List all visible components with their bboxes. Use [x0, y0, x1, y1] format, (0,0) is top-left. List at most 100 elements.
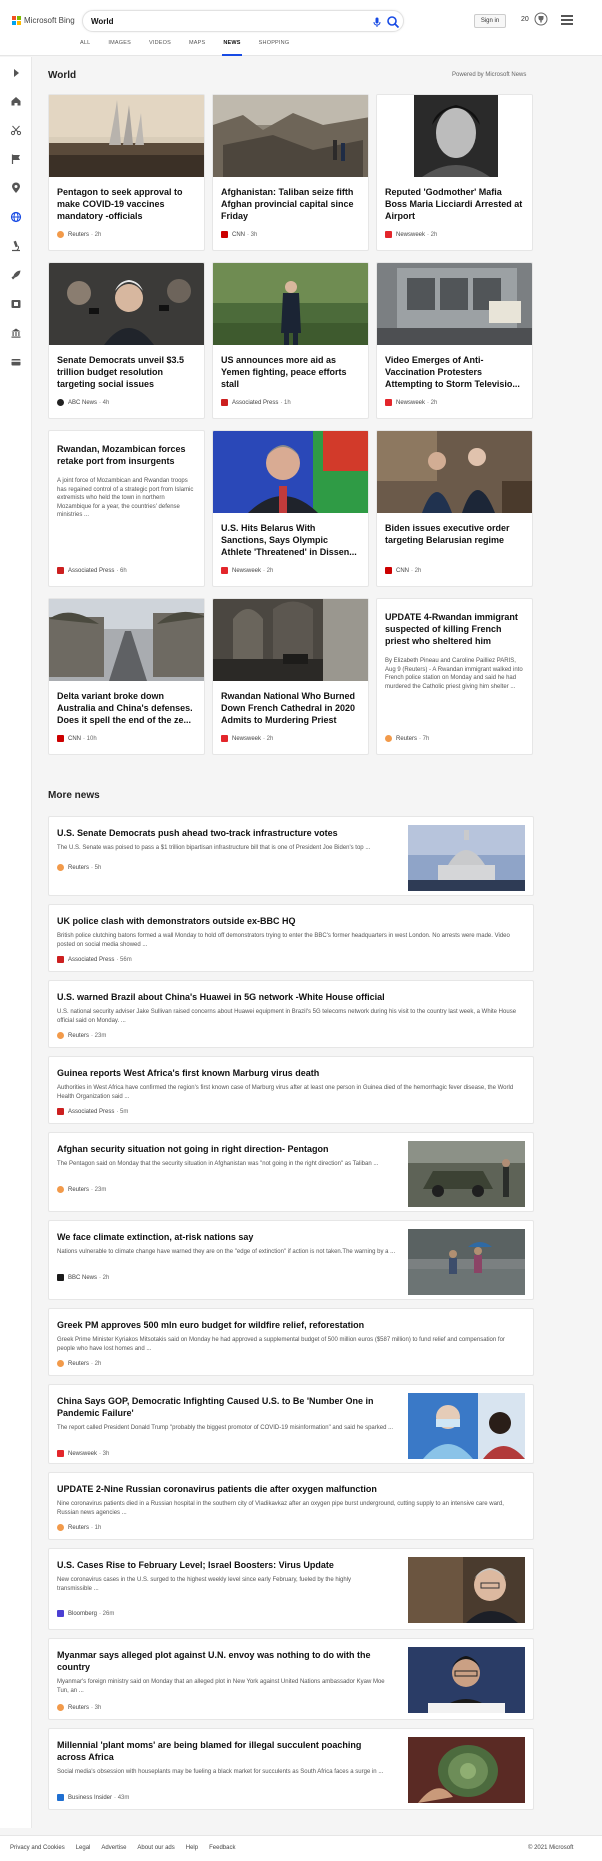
film-icon[interactable] — [10, 298, 22, 310]
card-snippet: A joint force of Mozambican and Rwandan … — [57, 478, 194, 518]
news-card[interactable]: Video Emerges of Anti-Vaccination Protes… — [376, 262, 533, 419]
news-card[interactable]: US announces more aid as Yemen fighting,… — [212, 262, 369, 419]
published-time: · 2h — [427, 231, 438, 238]
bbc-news-logo-icon — [57, 1274, 64, 1281]
news-list-item[interactable]: Millennial 'plant moms' are being blamed… — [48, 1728, 534, 1810]
card-snippet: By Elizabeth Pineau and Caroline Paillie… — [385, 658, 523, 690]
sign-in-button[interactable]: Sign in — [474, 14, 506, 28]
tab-videos[interactable]: VIDEOS — [149, 40, 171, 56]
news-card[interactable]: Biden issues executive order targeting B… — [376, 430, 533, 587]
news-list-item[interactable]: U.S. Senate Democrats push ahead two-tra… — [48, 816, 534, 896]
news-list-item[interactable]: U.S. Cases Rise to February Level; Israe… — [48, 1548, 534, 1630]
news-list-item[interactable]: Greek PM approves 500 mln euro budget fo… — [48, 1308, 534, 1376]
rewards-trophy-icon[interactable] — [534, 12, 548, 26]
rocket-icon[interactable] — [10, 269, 22, 281]
news-list-item[interactable]: We face climate extinction, at-risk nati… — [48, 1220, 534, 1300]
microscope-icon[interactable] — [10, 240, 22, 252]
list-snippet: Greek Prime Minister Kyriakos Mitsotakis… — [57, 1337, 505, 1352]
footer-link-privacy[interactable]: Privacy and Cookies — [10, 1845, 65, 1851]
business-insider-logo-icon — [57, 1794, 64, 1801]
cnn-logo-icon — [221, 231, 228, 238]
list-snippet: Authorities in West Africa have confirme… — [57, 1085, 514, 1100]
source-name: Associated Press — [68, 567, 115, 574]
news-image-president-walking — [213, 263, 368, 345]
news-card[interactable]: U.S. Hits Belarus With Sanctions, Says O… — [212, 430, 369, 587]
search-scope-tabs: ALL IMAGES VIDEOS MAPS NEWS SHOPPING — [80, 40, 307, 56]
news-image-senator-reporters — [49, 263, 204, 345]
list-headline[interactable]: We face climate extinction, at-risk nati… — [57, 1231, 397, 1243]
map-pin-icon[interactable] — [10, 182, 22, 194]
hamburger-menu-icon[interactable] — [561, 15, 573, 25]
news-list-item[interactable]: Myanmar says alleged plot against U.N. e… — [48, 1638, 534, 1720]
card-headline[interactable]: Rwandan, Mozambican forces retake port f… — [57, 443, 196, 467]
published-time: · 2h — [427, 399, 438, 406]
tab-shopping[interactable]: SHOPPING — [259, 40, 290, 56]
scissors-icon[interactable] — [10, 124, 22, 136]
footer-link-about-ads[interactable]: About our ads — [137, 1845, 174, 1851]
news-list-item[interactable]: U.S. warned Brazil about China's Huawei … — [48, 980, 534, 1048]
footer-link-legal[interactable]: Legal — [76, 1845, 91, 1851]
credit-card-icon[interactable] — [10, 356, 22, 368]
card-headline[interactable]: U.S. Hits Belarus With Sanctions, Says O… — [221, 522, 360, 558]
news-list-item[interactable]: Guinea reports West Africa's first known… — [48, 1056, 534, 1124]
card-headline[interactable]: Video Emerges of Anti-Vaccination Protes… — [385, 354, 524, 390]
card-source: ABC News · 4h — [57, 399, 109, 406]
published-time: · 2h — [263, 567, 274, 574]
rewards-points[interactable]: 20 — [521, 16, 529, 23]
tab-images[interactable]: IMAGES — [108, 40, 131, 56]
tab-news[interactable]: NEWS — [222, 40, 243, 56]
news-card[interactable]: Pentagon to seek approval to make COVID-… — [48, 94, 205, 251]
news-list-item[interactable]: UPDATE 2-Nine Russian coronavirus patien… — [48, 1472, 534, 1540]
home-icon[interactable] — [10, 95, 22, 107]
footer-link-help[interactable]: Help — [186, 1845, 198, 1851]
card-headline[interactable]: Senate Democrats unveil $3.5 trillion bu… — [57, 354, 196, 390]
search-icon[interactable] — [386, 15, 400, 29]
card-headline[interactable]: Biden issues executive order targeting B… — [385, 522, 524, 546]
tab-maps[interactable]: MAPS — [189, 40, 205, 56]
flag-icon[interactable] — [10, 153, 22, 165]
list-headline[interactable]: China Says GOP, Democratic Infighting Ca… — [57, 1395, 392, 1419]
card-headline[interactable]: UPDATE 4-Rwandan immigrant suspected of … — [385, 611, 524, 647]
news-list-item[interactable]: UK police clash with demonstrators outsi… — [48, 904, 534, 972]
news-card[interactable]: Afghanistan: Taliban seize fifth Afghan … — [212, 94, 369, 251]
list-headline[interactable]: U.S. Cases Rise to February Level; Israe… — [57, 1559, 397, 1571]
microphone-icon[interactable] — [371, 16, 383, 28]
list-headline[interactable]: Millennial 'plant moms' are being blamed… — [57, 1739, 392, 1763]
list-headline[interactable]: Guinea reports West Africa's first known… — [57, 1067, 319, 1079]
bing-logo[interactable]: Microsoft Bing — [12, 16, 75, 25]
search-box[interactable] — [82, 10, 404, 32]
card-headline[interactable]: Afghanistan: Taliban seize fifth Afghan … — [221, 186, 360, 222]
news-card[interactable]: Delta variant broke down Australia and C… — [48, 598, 205, 755]
list-headline[interactable]: U.S. Senate Democrats push ahead two-tra… — [57, 827, 397, 839]
card-headline[interactable]: Rwandan National Who Burned Down French … — [221, 690, 360, 726]
published-time: · 1h — [91, 1524, 102, 1531]
tab-all[interactable]: ALL — [80, 40, 90, 56]
card-headline[interactable]: Pentagon to seek approval to make COVID-… — [57, 186, 196, 222]
news-card[interactable]: Reputed 'Godmother' Mafia Boss Maria Lic… — [376, 94, 533, 251]
bank-icon[interactable] — [10, 327, 22, 339]
list-headline[interactable]: Myanmar says alleged plot against U.N. e… — [57, 1649, 392, 1673]
footer-link-feedback[interactable]: Feedback — [209, 1845, 235, 1851]
list-headline[interactable]: Greek PM approves 500 mln euro budget fo… — [57, 1319, 364, 1331]
list-headline[interactable]: Afghan security situation not going in r… — [57, 1143, 397, 1155]
card-headline[interactable]: US announces more aid as Yemen fighting,… — [221, 354, 360, 390]
news-list-item[interactable]: China Says GOP, Democratic Infighting Ca… — [48, 1384, 534, 1464]
published-time: · 23m — [91, 1032, 107, 1039]
list-headline[interactable]: UK police clash with demonstrators outsi… — [57, 915, 296, 927]
news-card[interactable]: Rwandan, Mozambican forces retake port f… — [48, 430, 205, 587]
powered-by-label[interactable]: Powered by Microsoft News — [452, 72, 526, 78]
card-headline[interactable]: Delta variant broke down Australia and C… — [57, 690, 196, 726]
card-headline[interactable]: Reputed 'Godmother' Mafia Boss Maria Lic… — [385, 186, 524, 222]
footer-link-advertise[interactable]: Advertise — [101, 1845, 126, 1851]
news-card[interactable]: Senate Democrats unveil $3.5 trillion bu… — [48, 262, 205, 419]
search-input[interactable] — [91, 15, 361, 28]
news-card[interactable]: UPDATE 4-Rwandan immigrant suspected of … — [376, 598, 533, 755]
news-list-item[interactable]: Afghan security situation not going in r… — [48, 1132, 534, 1212]
expand-icon[interactable] — [10, 67, 22, 79]
list-headline[interactable]: U.S. warned Brazil about China's Huawei … — [57, 991, 385, 1003]
globe-icon[interactable] — [10, 211, 22, 223]
list-source: Newsweek · 3h — [57, 1450, 109, 1457]
list-headline[interactable]: UPDATE 2-Nine Russian coronavirus patien… — [57, 1483, 377, 1495]
news-card[interactable]: Rwandan National Who Burned Down French … — [212, 598, 369, 755]
news-image-portrait — [377, 95, 532, 177]
